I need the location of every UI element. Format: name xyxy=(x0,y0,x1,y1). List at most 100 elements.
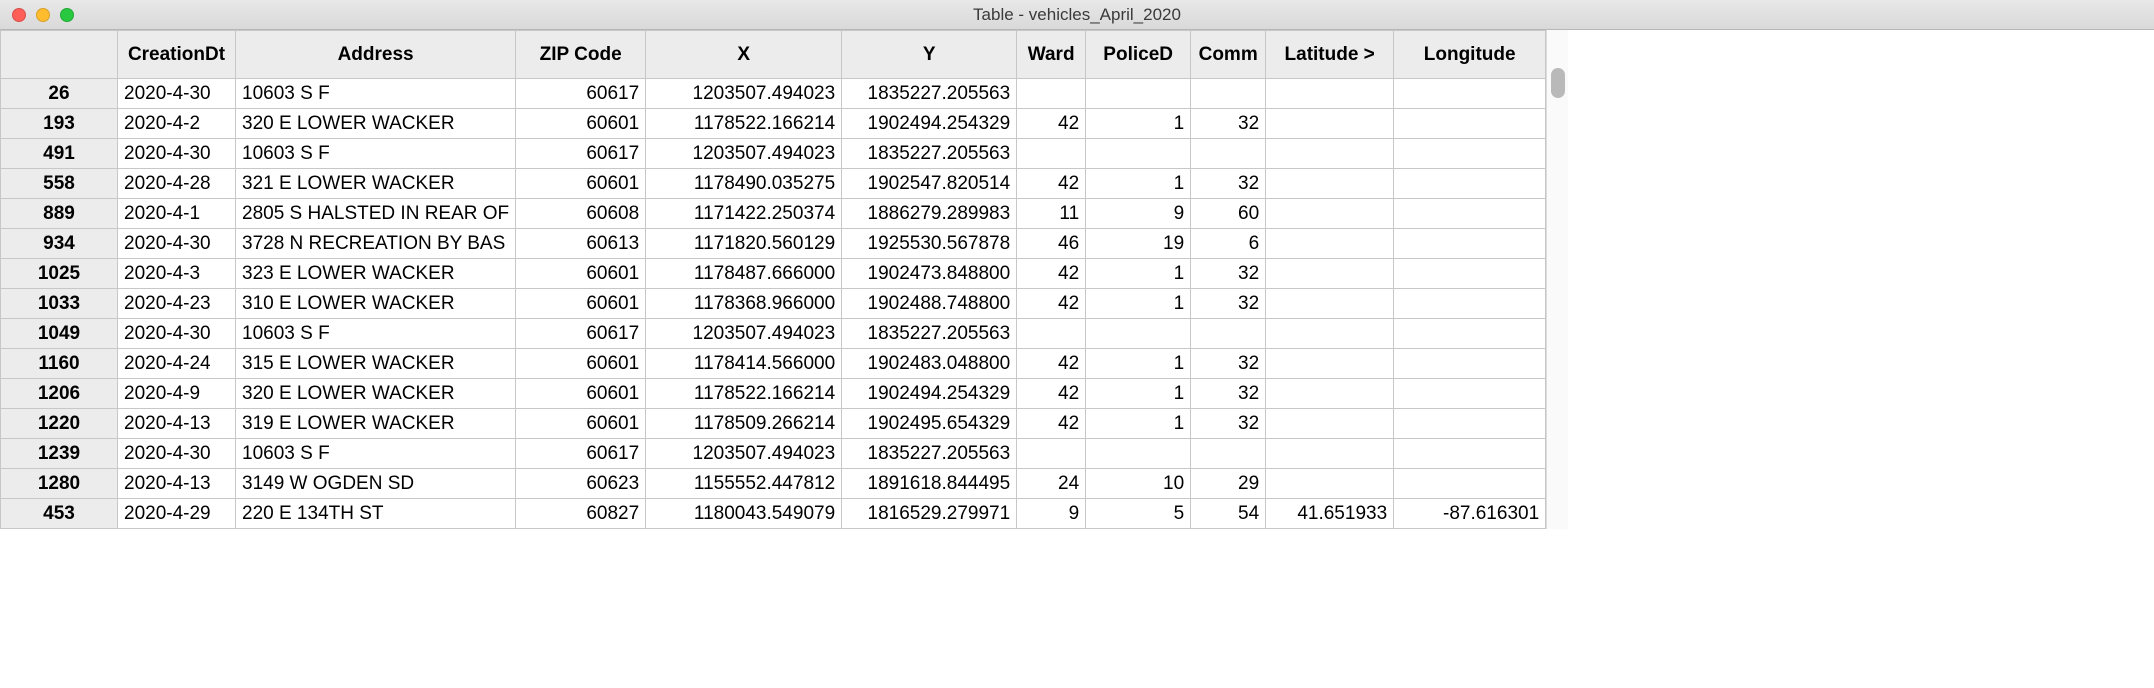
cell-comm[interactable] xyxy=(1191,319,1266,349)
cell-addr[interactable]: 320 E LOWER WACKER xyxy=(236,379,516,409)
table-row[interactable]: 10492020-4-3010603 S F606171203507.49402… xyxy=(1,319,1546,349)
cell-addr[interactable]: 323 E LOWER WACKER xyxy=(236,259,516,289)
zoom-icon[interactable] xyxy=(60,8,74,22)
cell-comm[interactable]: 32 xyxy=(1191,259,1266,289)
table-row[interactable]: 5582020-4-28321 E LOWER WACKER6060111784… xyxy=(1,169,1546,199)
cell-x[interactable]: 1203507.494023 xyxy=(646,139,842,169)
cell-lon[interactable] xyxy=(1394,79,1546,109)
cell-comm[interactable]: 29 xyxy=(1191,469,1266,499)
table-row[interactable]: 12802020-4-133149 W OGDEN SD606231155552… xyxy=(1,469,1546,499)
cell-lon[interactable]: -87.616301 xyxy=(1394,499,1546,529)
table-row[interactable]: 11602020-4-24315 E LOWER WACKER606011178… xyxy=(1,349,1546,379)
cell-lat[interactable] xyxy=(1266,229,1394,259)
cell-lon[interactable] xyxy=(1394,139,1546,169)
cell-ward[interactable]: 9 xyxy=(1017,499,1086,529)
col-header-latitude[interactable]: Latitude > xyxy=(1266,31,1394,79)
cell-date[interactable]: 2020-4-30 xyxy=(118,229,236,259)
cell-x[interactable]: 1155552.447812 xyxy=(646,469,842,499)
cell-ward[interactable]: 42 xyxy=(1017,409,1086,439)
cell-zip[interactable]: 60601 xyxy=(516,379,646,409)
row-header[interactable]: 934 xyxy=(1,229,118,259)
cell-zip[interactable]: 60608 xyxy=(516,199,646,229)
cell-pol[interactable]: 9 xyxy=(1086,199,1191,229)
col-header-longitude[interactable]: Longitude xyxy=(1394,31,1546,79)
cell-date[interactable]: 2020-4-1 xyxy=(118,199,236,229)
cell-zip[interactable]: 60617 xyxy=(516,319,646,349)
table-row[interactable]: 4532020-4-29220 E 134TH ST608271180043.5… xyxy=(1,499,1546,529)
cell-lon[interactable] xyxy=(1394,469,1546,499)
row-header[interactable]: 26 xyxy=(1,79,118,109)
cell-ward[interactable]: 42 xyxy=(1017,379,1086,409)
cell-x[interactable]: 1178368.966000 xyxy=(646,289,842,319)
cell-zip[interactable]: 60617 xyxy=(516,439,646,469)
cell-zip[interactable]: 60617 xyxy=(516,79,646,109)
cell-ward[interactable] xyxy=(1017,79,1086,109)
cell-lat[interactable] xyxy=(1266,259,1394,289)
cell-y[interactable]: 1835227.205563 xyxy=(842,139,1017,169)
cell-comm[interactable]: 32 xyxy=(1191,409,1266,439)
cell-date[interactable]: 2020-4-30 xyxy=(118,139,236,169)
row-header[interactable]: 1049 xyxy=(1,319,118,349)
cell-addr[interactable]: 2805 S HALSTED IN REAR OF xyxy=(236,199,516,229)
cell-lat[interactable] xyxy=(1266,139,1394,169)
cell-y[interactable]: 1835227.205563 xyxy=(842,79,1017,109)
cell-lat[interactable] xyxy=(1266,469,1394,499)
cell-y[interactable]: 1902494.254329 xyxy=(842,379,1017,409)
cell-lat[interactable] xyxy=(1266,289,1394,319)
scroll-thumb[interactable] xyxy=(1551,68,1565,98)
cell-date[interactable]: 2020-4-13 xyxy=(118,409,236,439)
cell-date[interactable]: 2020-4-24 xyxy=(118,349,236,379)
cell-date[interactable]: 2020-4-9 xyxy=(118,379,236,409)
cell-date[interactable]: 2020-4-30 xyxy=(118,319,236,349)
cell-ward[interactable]: 11 xyxy=(1017,199,1086,229)
cell-date[interactable]: 2020-4-29 xyxy=(118,499,236,529)
cell-comm[interactable]: 60 xyxy=(1191,199,1266,229)
cell-ward[interactable]: 42 xyxy=(1017,349,1086,379)
row-header[interactable]: 889 xyxy=(1,199,118,229)
cell-date[interactable]: 2020-4-28 xyxy=(118,169,236,199)
col-header-policed[interactable]: PoliceD xyxy=(1086,31,1191,79)
cell-y[interactable]: 1902495.654329 xyxy=(842,409,1017,439)
cell-lat[interactable] xyxy=(1266,349,1394,379)
vertical-scrollbar[interactable] xyxy=(1546,30,1568,529)
col-header-zip[interactable]: ZIP Code xyxy=(516,31,646,79)
cell-pol[interactable]: 1 xyxy=(1086,379,1191,409)
cell-addr[interactable]: 321 E LOWER WACKER xyxy=(236,169,516,199)
cell-zip[interactable]: 60617 xyxy=(516,139,646,169)
cell-addr[interactable]: 10603 S F xyxy=(236,139,516,169)
cell-ward[interactable] xyxy=(1017,319,1086,349)
cell-y[interactable]: 1835227.205563 xyxy=(842,439,1017,469)
cell-comm[interactable]: 32 xyxy=(1191,109,1266,139)
cell-x[interactable]: 1203507.494023 xyxy=(646,79,842,109)
row-header[interactable]: 491 xyxy=(1,139,118,169)
cell-comm[interactable]: 54 xyxy=(1191,499,1266,529)
cell-x[interactable]: 1171422.250374 xyxy=(646,199,842,229)
minimize-icon[interactable] xyxy=(36,8,50,22)
close-icon[interactable] xyxy=(12,8,26,22)
cell-addr[interactable]: 320 E LOWER WACKER xyxy=(236,109,516,139)
cell-comm[interactable] xyxy=(1191,139,1266,169)
cell-x[interactable]: 1203507.494023 xyxy=(646,439,842,469)
cell-x[interactable]: 1178522.166214 xyxy=(646,379,842,409)
table-row[interactable]: 9342020-4-303728 N RECREATION BY BAS6061… xyxy=(1,229,1546,259)
cell-zip[interactable]: 60601 xyxy=(516,409,646,439)
cell-lat[interactable] xyxy=(1266,79,1394,109)
cell-lat[interactable] xyxy=(1266,409,1394,439)
cell-addr[interactable]: 10603 S F xyxy=(236,439,516,469)
cell-ward[interactable]: 42 xyxy=(1017,289,1086,319)
cell-pol[interactable] xyxy=(1086,139,1191,169)
cell-date[interactable]: 2020-4-30 xyxy=(118,439,236,469)
corner-cell[interactable] xyxy=(1,31,118,79)
cell-ward[interactable]: 46 xyxy=(1017,229,1086,259)
cell-pol[interactable] xyxy=(1086,319,1191,349)
cell-date[interactable]: 2020-4-3 xyxy=(118,259,236,289)
cell-zip[interactable]: 60601 xyxy=(516,259,646,289)
row-header[interactable]: 1280 xyxy=(1,469,118,499)
cell-y[interactable]: 1902483.048800 xyxy=(842,349,1017,379)
cell-x[interactable]: 1178414.566000 xyxy=(646,349,842,379)
row-header[interactable]: 558 xyxy=(1,169,118,199)
row-header[interactable]: 453 xyxy=(1,499,118,529)
cell-ward[interactable]: 42 xyxy=(1017,169,1086,199)
cell-addr[interactable]: 3728 N RECREATION BY BAS xyxy=(236,229,516,259)
cell-y[interactable]: 1886279.289983 xyxy=(842,199,1017,229)
